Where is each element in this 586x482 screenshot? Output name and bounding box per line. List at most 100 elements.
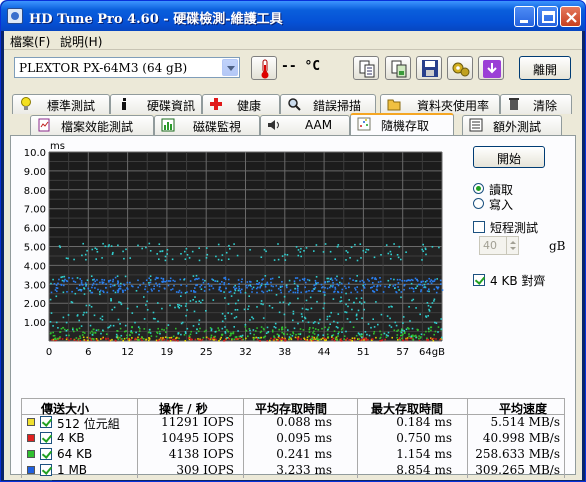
short-test-checkbox[interactable]: [473, 221, 485, 233]
data-point: [198, 259, 201, 262]
maximize-button[interactable]: [537, 6, 558, 27]
download-icon[interactable]: [478, 56, 504, 80]
data-point: [120, 334, 123, 337]
series-checkbox[interactable]: [40, 464, 52, 476]
copy-text-icon[interactable]: [353, 56, 379, 80]
save-icon[interactable]: [416, 56, 442, 80]
y-tick-label: 9.00: [24, 167, 46, 178]
data-point: [99, 289, 102, 292]
data-point: [267, 331, 270, 333]
data-point: [234, 309, 237, 311]
data-point: [122, 250, 124, 253]
write-radio[interactable]: [473, 198, 484, 209]
data-point: [60, 327, 63, 330]
series-checkbox[interactable]: [40, 448, 52, 460]
tab-error-scan[interactable]: 錯誤掃描: [280, 94, 376, 114]
title-bar[interactable]: HD Tune Pro 4.60 - 硬碟檢測-維護工具: [1, 1, 585, 31]
menu-file[interactable]: 檔案(F): [10, 33, 50, 50]
short-test-size-input[interactable]: 40: [479, 236, 519, 255]
data-point: [373, 332, 375, 335]
tab-benchmark[interactable]: 標準測試: [12, 94, 110, 114]
data-point: [178, 307, 180, 309]
data-point: [393, 243, 395, 245]
data-point: [99, 291, 101, 293]
data-point: [126, 307, 129, 310]
data-point: [248, 295, 250, 297]
align-4kb-checkbox[interactable]: [473, 274, 485, 286]
data-point: [82, 284, 84, 286]
data-point: [174, 306, 176, 309]
read-radio[interactable]: [473, 183, 484, 194]
tab-info[interactable]: 硬碟資訊: [110, 94, 202, 114]
max-access-value: 1.154 ms: [396, 447, 452, 461]
data-point: [430, 282, 433, 285]
tab-extra-tests[interactable]: 額外測試: [462, 115, 562, 135]
data-point: [421, 259, 423, 261]
data-point: [128, 339, 130, 342]
tab-file-benchmark[interactable]: 檔案效能測試: [30, 115, 154, 135]
data-point: [361, 289, 363, 292]
data-point: [396, 334, 399, 336]
data-point: [117, 244, 119, 247]
data-point: [123, 337, 126, 340]
test-options: 開始 讀取 寫入 短程測試 40 gB 4 KB 對齊: [473, 146, 573, 296]
ops-value: 309 IOPS: [176, 463, 234, 477]
thermometer-icon[interactable]: [251, 56, 277, 80]
minimize-button[interactable]: [514, 6, 535, 27]
random-access-icon: [357, 117, 371, 131]
tab-aam[interactable]: AAM: [260, 115, 350, 135]
y-tick-label: 6.00: [24, 224, 46, 235]
data-point: [317, 282, 319, 284]
data-point: [91, 337, 93, 340]
series-checkbox[interactable]: [40, 432, 52, 444]
data-point: [134, 337, 137, 340]
data-point: [178, 337, 180, 340]
drive-select[interactable]: PLEXTOR PX-64M3 (64 gB): [14, 57, 240, 78]
data-point: [85, 283, 87, 286]
exit-button[interactable]: 離開: [519, 56, 571, 80]
data-point: [391, 336, 393, 339]
tab-health[interactable]: 健康: [202, 94, 280, 114]
copy-screenshot-icon[interactable]: [385, 56, 411, 80]
data-point: [380, 254, 382, 256]
data-point: [78, 327, 81, 330]
data-point: [176, 336, 178, 339]
data-point: [124, 330, 126, 333]
close-button[interactable]: [560, 6, 581, 27]
chevron-down-icon[interactable]: [222, 59, 238, 76]
data-point: [271, 307, 274, 309]
menu-help[interactable]: 說明(H): [60, 33, 102, 50]
tab-folder-usage[interactable]: 資料夾使用率: [380, 94, 500, 114]
data-point: [141, 336, 143, 338]
data-point: [299, 279, 301, 282]
spin-arrows-icon[interactable]: [506, 237, 518, 254]
data-point: [364, 337, 367, 340]
data-point: [363, 281, 365, 283]
series-checkbox[interactable]: [40, 416, 52, 428]
data-point: [194, 338, 197, 341]
data-point: [225, 251, 228, 254]
data-point: [334, 286, 336, 289]
data-point: [288, 279, 291, 282]
data-point: [235, 338, 237, 340]
options-icon[interactable]: [447, 56, 473, 80]
data-point: [428, 290, 430, 293]
data-point: [86, 336, 89, 339]
data-point: [244, 326, 247, 328]
data-point: [221, 320, 224, 323]
data-point: [156, 277, 158, 279]
data-point: [126, 334, 128, 337]
start-button[interactable]: 開始: [473, 146, 545, 168]
tab-erase[interactable]: 清除: [500, 94, 572, 114]
tab-disk-monitor[interactable]: 磁碟監視: [154, 115, 260, 135]
data-point: [327, 336, 329, 338]
data-point: [304, 317, 307, 320]
data-point: [297, 322, 299, 325]
tab-random-access[interactable]: 隨機存取: [350, 113, 454, 135]
data-point: [157, 339, 159, 342]
series-label: 64 KB: [57, 447, 93, 461]
data-point: [86, 279, 89, 281]
data-point: [271, 329, 274, 332]
data-point: [119, 327, 122, 330]
data-point: [411, 299, 413, 302]
